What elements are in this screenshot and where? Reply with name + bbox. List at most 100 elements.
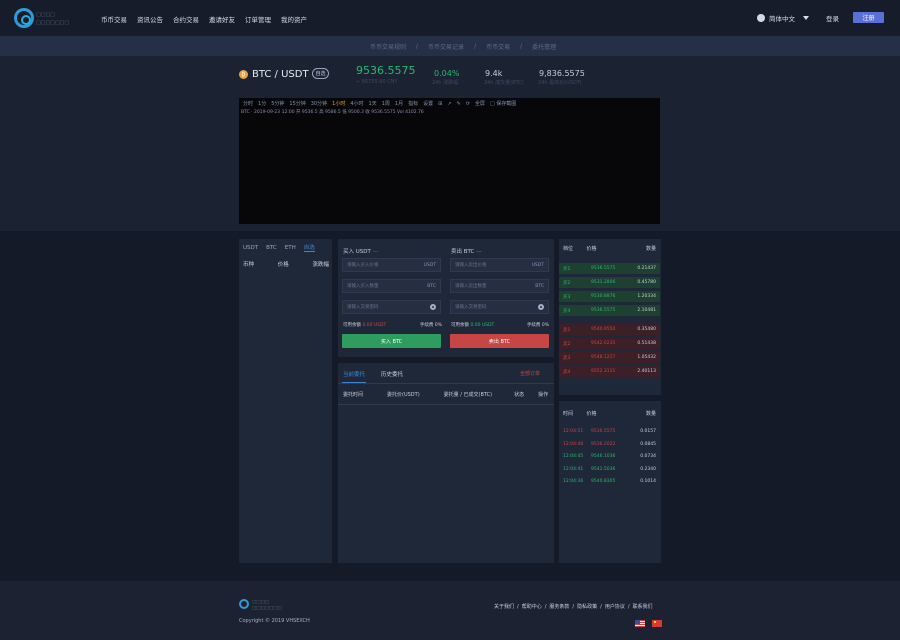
row-price: 9536.5575 <box>591 308 616 313</box>
all-orders-link[interactable]: 全部订单 <box>520 370 540 377</box>
footer-link-terms[interactable]: 服务条款 <box>549 603 569 610</box>
tab-history-orders[interactable]: 历史委托 <box>381 370 403 378</box>
footer-link-contact[interactable]: 联系我们 <box>633 603 653 610</box>
chart-interval-timeline[interactable]: 分时 <box>243 100 253 107</box>
gear-icon[interactable] <box>538 304 544 310</box>
login-link[interactable]: 登录 <box>826 13 839 23</box>
bid-row[interactable]: 买4 9536.5575 2.10481 <box>559 305 660 316</box>
buy-password-input[interactable]: 请输入交易密码 <box>342 300 441 314</box>
gear-icon[interactable] <box>430 304 436 310</box>
row-qty: 0.0845 <box>640 441 656 447</box>
sell-button[interactable]: 卖出 BTC <box>450 334 549 348</box>
breadcrumb-trade[interactable]: 币币交易 <box>486 42 510 51</box>
chart-draw-icon[interactable]: ↗ <box>447 101 451 107</box>
chart-interval-15m[interactable]: 15分钟 <box>289 100 305 107</box>
nav-item-contract[interactable]: 合约交易 <box>173 14 199 24</box>
footer-link-agreement[interactable]: 用户协议 <box>605 603 625 610</box>
brand-logotype: □□□□ □□□□□□□ <box>36 11 69 27</box>
nav-item-orders[interactable]: 订单管理 <box>245 14 271 24</box>
china-flag-icon[interactable] <box>652 620 662 627</box>
column-trade-time: 时间 <box>563 411 574 417</box>
trade-row[interactable]: 12:04:45 9546.1036 0.0734 <box>559 451 660 462</box>
sell-quantity-unit: BTC <box>535 283 544 289</box>
tab-favorites[interactable]: 自选 <box>303 243 315 252</box>
bid-row[interactable]: 买2 9531.2806 0.45780 <box>559 277 660 288</box>
footer-link-about[interactable]: 关于我们 <box>494 603 514 610</box>
buy-price-input[interactable]: 请输入买入价格 USDT <box>342 258 441 272</box>
globe-icon <box>757 14 765 22</box>
breadcrumb-rules[interactable]: 币币交易规则 <box>370 42 406 51</box>
buy-balance-value: 0.00 USDT <box>362 323 387 328</box>
breadcrumb-entrust[interactable]: 委托管理 <box>532 42 556 51</box>
tab-current-orders[interactable]: 当前委托 <box>343 370 365 378</box>
trades-header: 时间 价格 数量 <box>563 410 656 417</box>
orders-tabs-divider <box>338 383 554 384</box>
row-label: 12:04:45 <box>563 454 584 459</box>
column-change[interactable]: 涨跌幅 <box>312 260 329 268</box>
row-label: 12:04:36 <box>563 479 584 484</box>
chart-snapshot-button[interactable]: □ 保存截图 <box>490 100 516 107</box>
bid-row[interactable]: 买3 9530.8876 1.20334 <box>559 291 660 302</box>
logo-icon[interactable] <box>14 8 34 28</box>
column-coin[interactable]: 币种 <box>243 260 254 268</box>
sell-quantity-input[interactable]: 请输入卖出数量 BTC <box>450 279 549 293</box>
nav-item-invite[interactable]: 邀请好友 <box>209 14 235 24</box>
chart-interval-5m[interactable]: 5分钟 <box>271 100 284 107</box>
footer-link-privacy[interactable]: 隐私政策 <box>577 603 597 610</box>
row-price: 9530.8876 <box>591 294 616 299</box>
sell-price-input[interactable]: 请输入卖出价格 USDT <box>450 258 549 272</box>
nav-item-assets[interactable]: 我的资产 <box>281 14 307 24</box>
buy-button[interactable]: 买入 BTC <box>342 334 441 348</box>
ask-row[interactable]: 卖3 9548.1227 1.05432 <box>559 352 660 363</box>
ask-row[interactable]: 卖4 9552.3111 2.40113 <box>559 366 660 377</box>
chart-interval-1m[interactable]: 1分 <box>258 100 266 107</box>
us-flag-icon[interactable] <box>635 620 645 627</box>
nav-item-news[interactable]: 资讯公告 <box>137 14 163 24</box>
row-qty: 1.05432 <box>637 355 656 360</box>
footer-link-help[interactable]: 帮助中心 <box>522 603 542 610</box>
column-trade-price: 价格 <box>586 411 597 417</box>
chart-pen-icon[interactable]: ✎ <box>457 101 461 107</box>
chart-interval-1h[interactable]: 1小时 <box>332 100 345 107</box>
row-qty: 2.40113 <box>637 369 656 374</box>
trade-row[interactable]: 12:04:48 9536.2022 0.0845 <box>559 439 660 450</box>
chart-interval-1mo[interactable]: 1月 <box>395 100 403 107</box>
chart-refresh-icon[interactable]: ⟳ <box>466 101 470 107</box>
row-label: 卖4 <box>563 370 571 375</box>
chart-interval-4h[interactable]: 4小时 <box>350 100 363 107</box>
column-order-amount: 委托量 / 已成交(BTC) <box>443 392 493 398</box>
breadcrumb-records[interactable]: 币币交易记录 <box>428 42 464 51</box>
kline-chart[interactable] <box>239 98 660 224</box>
chart-settings-button[interactable]: 设置 <box>423 100 433 107</box>
trade-row[interactable]: 12:04:36 9540.8305 0.1014 <box>559 476 660 487</box>
sell-quantity-placeholder: 请输入卖出数量 <box>455 284 487 289</box>
row-qty: 0.51438 <box>637 341 656 346</box>
row-price: 9541.5036 <box>591 466 616 472</box>
sell-balance-value: 0.00 USDT <box>470 323 495 328</box>
column-price[interactable]: 价格 <box>278 260 289 268</box>
row-label: 买3 <box>563 295 571 300</box>
footer-separator: / <box>544 603 547 610</box>
trade-row[interactable]: 12:04:41 9541.5036 0.2340 <box>559 464 660 475</box>
favorite-badge[interactable]: 自选 <box>312 68 329 79</box>
buy-quantity-input[interactable]: 请输入买入数量 BTC <box>342 279 441 293</box>
chart-interval-30m[interactable]: 30分钟 <box>311 100 327 107</box>
ask-row[interactable]: 卖1 9540.9550 0.35480 <box>559 324 660 335</box>
tab-btc[interactable]: BTC <box>266 245 277 251</box>
tab-usdt[interactable]: USDT <box>243 245 258 251</box>
chart-interval-1w[interactable]: 1周 <box>382 100 390 107</box>
trade-row[interactable]: 12:04:51 9536.5575 0.0157 <box>559 426 660 437</box>
ask-row[interactable]: 卖2 9542.0235 0.51438 <box>559 338 660 349</box>
chart-grid-icon[interactable]: ⊞ <box>438 101 442 107</box>
bid-row[interactable]: 买1 9536.5575 0.21437 <box>559 263 660 274</box>
chart-fullscreen-button[interactable]: 全屏 <box>475 100 485 107</box>
nav-item-spot[interactable]: 币币交易 <box>101 14 127 24</box>
sell-password-input[interactable]: 请输入交易密码 <box>450 300 549 314</box>
register-button[interactable]: 注册 <box>853 12 884 23</box>
chart-indicators-button[interactable]: 指标 <box>408 100 418 107</box>
language-selector[interactable]: 简体中文 <box>757 13 809 23</box>
tab-eth[interactable]: ETH <box>285 245 296 251</box>
chart-interval-1d[interactable]: 1天 <box>369 100 377 107</box>
row-label: 12:04:51 <box>563 429 584 434</box>
last-price-cny: ≈ 66755.90 CNY <box>356 79 398 85</box>
